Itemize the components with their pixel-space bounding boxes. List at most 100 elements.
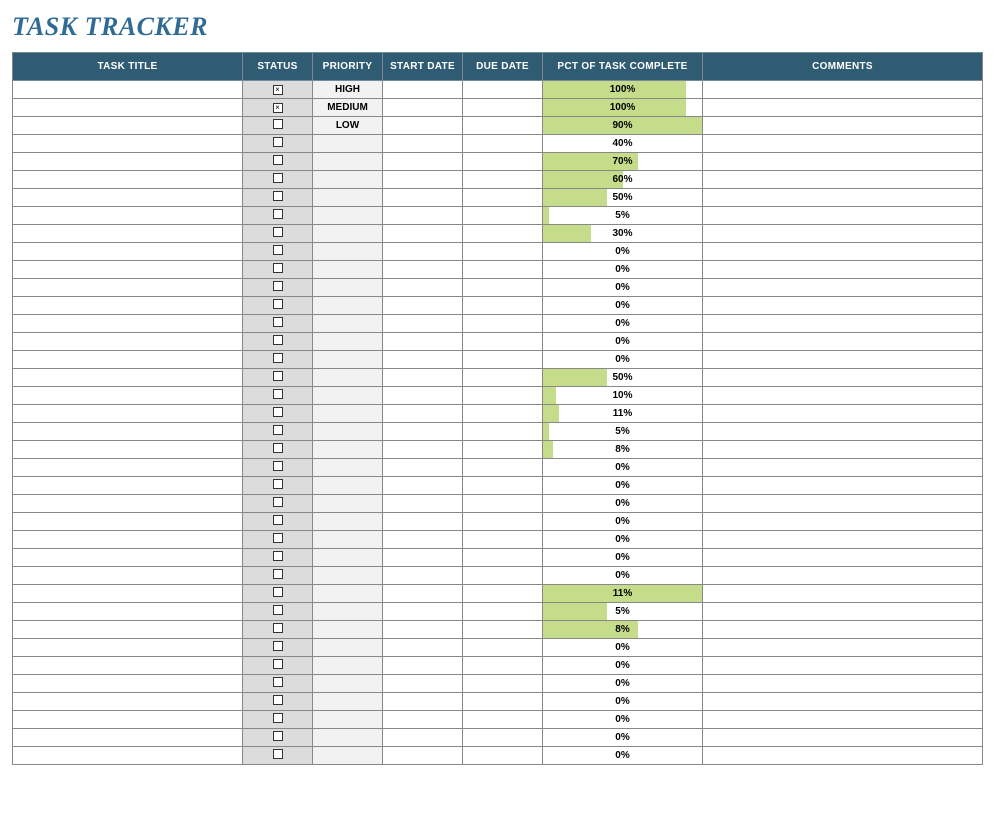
priority-cell[interactable]: LOW [313, 117, 383, 135]
task-title-cell[interactable] [13, 297, 243, 315]
status-checkbox[interactable] [273, 713, 283, 723]
status-cell[interactable] [243, 423, 313, 441]
status-checkbox[interactable] [273, 227, 283, 237]
start-date-cell[interactable] [383, 657, 463, 675]
comments-cell[interactable] [703, 261, 983, 279]
pct-complete-cell[interactable]: 0% [543, 261, 703, 279]
pct-complete-cell[interactable]: 90% [543, 117, 703, 135]
task-title-cell[interactable] [13, 513, 243, 531]
task-title-cell[interactable] [13, 189, 243, 207]
task-title-cell[interactable] [13, 225, 243, 243]
due-date-cell[interactable] [463, 351, 543, 369]
status-cell[interactable] [243, 747, 313, 765]
status-cell[interactable] [243, 711, 313, 729]
pct-complete-cell[interactable]: 0% [543, 711, 703, 729]
comments-cell[interactable] [703, 153, 983, 171]
start-date-cell[interactable] [383, 405, 463, 423]
task-title-cell[interactable] [13, 423, 243, 441]
due-date-cell[interactable] [463, 99, 543, 117]
priority-cell[interactable] [313, 657, 383, 675]
priority-cell[interactable] [313, 207, 383, 225]
start-date-cell[interactable] [383, 171, 463, 189]
comments-cell[interactable] [703, 99, 983, 117]
start-date-cell[interactable] [383, 99, 463, 117]
priority-cell[interactable] [313, 225, 383, 243]
due-date-cell[interactable] [463, 747, 543, 765]
start-date-cell[interactable] [383, 729, 463, 747]
due-date-cell[interactable] [463, 243, 543, 261]
comments-cell[interactable] [703, 117, 983, 135]
comments-cell[interactable] [703, 513, 983, 531]
due-date-cell[interactable] [463, 333, 543, 351]
pct-complete-cell[interactable]: 0% [543, 243, 703, 261]
pct-complete-cell[interactable]: 30% [543, 225, 703, 243]
pct-complete-cell[interactable]: 0% [543, 567, 703, 585]
priority-cell[interactable] [313, 171, 383, 189]
start-date-cell[interactable] [383, 711, 463, 729]
status-cell[interactable] [243, 495, 313, 513]
pct-complete-cell[interactable]: 70% [543, 153, 703, 171]
comments-cell[interactable] [703, 297, 983, 315]
due-date-cell[interactable] [463, 405, 543, 423]
task-title-cell[interactable] [13, 333, 243, 351]
status-checkbox[interactable] [273, 317, 283, 327]
status-cell[interactable] [243, 657, 313, 675]
due-date-cell[interactable] [463, 459, 543, 477]
task-title-cell[interactable] [13, 477, 243, 495]
status-checkbox[interactable] [273, 407, 283, 417]
status-checkbox[interactable] [273, 695, 283, 705]
due-date-cell[interactable] [463, 585, 543, 603]
start-date-cell[interactable] [383, 387, 463, 405]
status-cell[interactable] [243, 297, 313, 315]
start-date-cell[interactable] [383, 261, 463, 279]
task-title-cell[interactable] [13, 675, 243, 693]
task-title-cell[interactable] [13, 567, 243, 585]
start-date-cell[interactable] [383, 675, 463, 693]
due-date-cell[interactable] [463, 135, 543, 153]
task-title-cell[interactable] [13, 693, 243, 711]
priority-cell[interactable] [313, 351, 383, 369]
pct-complete-cell[interactable]: 100% [543, 99, 703, 117]
priority-cell[interactable] [313, 729, 383, 747]
task-title-cell[interactable] [13, 603, 243, 621]
start-date-cell[interactable] [383, 693, 463, 711]
comments-cell[interactable] [703, 315, 983, 333]
priority-cell[interactable] [313, 441, 383, 459]
comments-cell[interactable] [703, 477, 983, 495]
status-cell[interactable] [243, 333, 313, 351]
pct-complete-cell[interactable]: 8% [543, 441, 703, 459]
status-cell[interactable]: × [243, 99, 313, 117]
due-date-cell[interactable] [463, 387, 543, 405]
priority-cell[interactable] [313, 297, 383, 315]
task-title-cell[interactable] [13, 135, 243, 153]
pct-complete-cell[interactable]: 0% [543, 675, 703, 693]
status-checkbox[interactable] [273, 425, 283, 435]
start-date-cell[interactable] [383, 81, 463, 99]
status-cell[interactable] [243, 675, 313, 693]
pct-complete-cell[interactable]: 0% [543, 531, 703, 549]
comments-cell[interactable] [703, 711, 983, 729]
task-title-cell[interactable] [13, 729, 243, 747]
comments-cell[interactable] [703, 531, 983, 549]
start-date-cell[interactable] [383, 207, 463, 225]
priority-cell[interactable] [313, 621, 383, 639]
start-date-cell[interactable] [383, 315, 463, 333]
priority-cell[interactable] [313, 423, 383, 441]
start-date-cell[interactable] [383, 747, 463, 765]
status-cell[interactable] [243, 369, 313, 387]
pct-complete-cell[interactable]: 10% [543, 387, 703, 405]
due-date-cell[interactable] [463, 279, 543, 297]
status-cell[interactable] [243, 351, 313, 369]
status-checkbox[interactable] [273, 569, 283, 579]
task-title-cell[interactable] [13, 387, 243, 405]
pct-complete-cell[interactable]: 11% [543, 405, 703, 423]
due-date-cell[interactable] [463, 153, 543, 171]
due-date-cell[interactable] [463, 621, 543, 639]
comments-cell[interactable] [703, 585, 983, 603]
start-date-cell[interactable] [383, 333, 463, 351]
status-cell[interactable] [243, 153, 313, 171]
task-title-cell[interactable] [13, 549, 243, 567]
status-checkbox[interactable] [273, 533, 283, 543]
status-checkbox[interactable] [273, 497, 283, 507]
start-date-cell[interactable] [383, 189, 463, 207]
